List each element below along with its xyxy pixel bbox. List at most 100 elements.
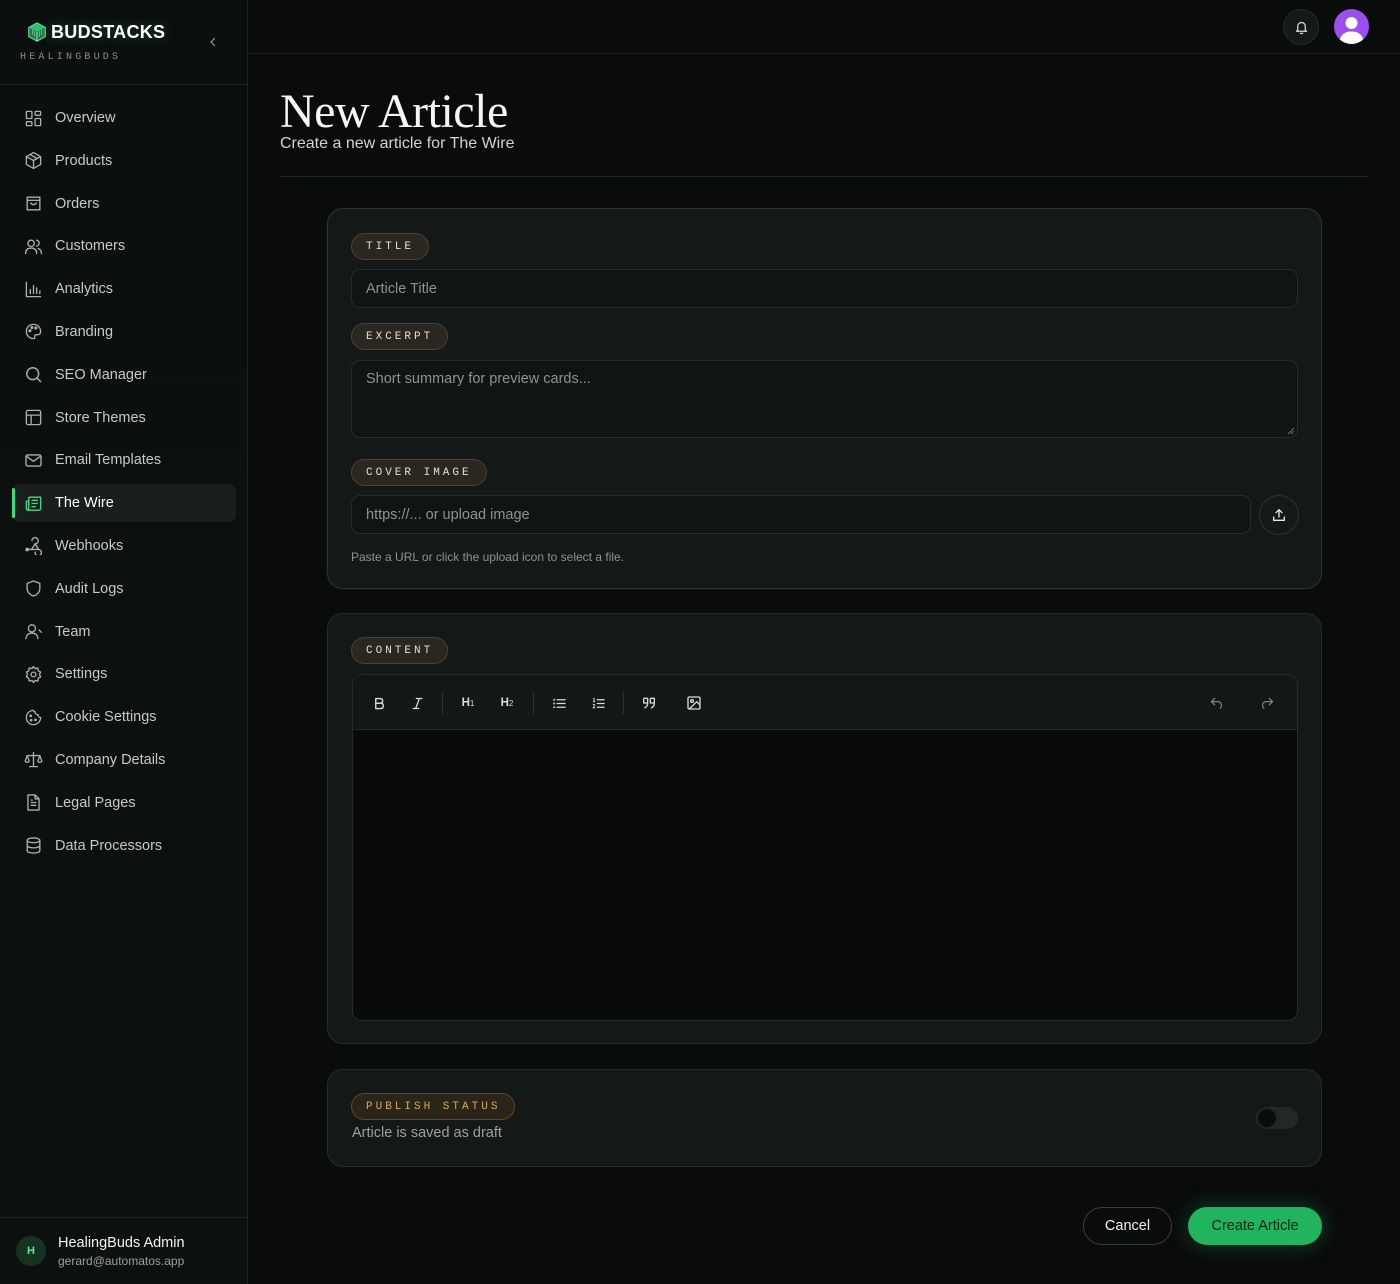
- cube-logo-icon: [28, 22, 46, 42]
- editor-toolbar: H1 H2: [353, 675, 1297, 730]
- toolbar-divider: [533, 691, 534, 714]
- title-input[interactable]: Article Title: [351, 269, 1298, 308]
- notifications-button[interactable]: [1283, 9, 1319, 45]
- sidebar-user[interactable]: H HealingBuds Admin gerard@automatos.app: [0, 1217, 248, 1284]
- user-icon: [25, 624, 43, 640]
- sidebar-item-seo-manager[interactable]: SEO Manager: [12, 356, 236, 394]
- brand-subtitle: HEALINGBUDS: [20, 52, 122, 63]
- sidebar-item-settings[interactable]: Settings: [12, 655, 236, 693]
- cover-image-input[interactable]: https://... or upload image: [351, 495, 1251, 534]
- content-label: CONTENT: [351, 637, 449, 664]
- sidebar-item-branding[interactable]: Branding: [12, 313, 236, 351]
- sidebar-item-overview[interactable]: Overview: [12, 99, 236, 137]
- publish-status-card: PUBLISH STATUS Article is saved as draft: [327, 1069, 1322, 1167]
- toolbar-divider: [442, 691, 443, 714]
- sidebar-item-label: Settings: [55, 666, 108, 683]
- sidebar: BUDSTACKS HEALINGBUDS Overview Products …: [0, 0, 248, 1284]
- user-avatar-icon: [1339, 17, 1364, 44]
- redo-icon: [1261, 697, 1273, 709]
- bullet-list-icon: [552, 698, 566, 708]
- box-icon: [25, 152, 42, 170]
- file-text-icon: [27, 794, 40, 811]
- heading-1-sub: 1: [469, 698, 475, 708]
- gear-icon: [25, 665, 42, 683]
- sidebar-item-label: Team: [55, 623, 91, 640]
- sidebar-item-audit-logs[interactable]: Audit Logs: [12, 570, 236, 608]
- sidebar-item-label: Legal Pages: [55, 794, 136, 811]
- upload-image-button[interactable]: [1259, 495, 1299, 535]
- sidebar-item-webhooks[interactable]: Webhooks: [12, 527, 236, 565]
- excerpt-label: EXCERPT: [351, 323, 449, 350]
- logo[interactable]: BUDSTACKS: [26, 21, 165, 43]
- shopping-bag-icon: [26, 196, 41, 211]
- sidebar-item-label: Cookie Settings: [55, 709, 157, 726]
- sidebar-item-label: Data Processors: [55, 837, 163, 854]
- article-details-card: TITLE Article Title EXCERPT Short summar…: [327, 208, 1322, 589]
- sidebar-item-label: Branding: [55, 323, 114, 340]
- database-icon: [26, 837, 41, 854]
- user-name: HealingBuds Admin: [58, 1235, 185, 1251]
- users-icon: [24, 239, 43, 255]
- blockquote-button[interactable]: [635, 689, 663, 717]
- excerpt-textarea[interactable]: Short summary for preview cards...: [351, 360, 1298, 438]
- content-card: CONTENT H1 H2: [327, 613, 1322, 1044]
- publish-toggle[interactable]: [1256, 1107, 1298, 1129]
- sidebar-item-analytics[interactable]: Analytics: [12, 270, 236, 308]
- chevron-left-icon: [210, 37, 216, 47]
- heading-1-label: H: [461, 697, 470, 709]
- insert-image-button[interactable]: [680, 689, 708, 717]
- sidebar-item-label: Customers: [55, 238, 126, 255]
- italic-button[interactable]: [403, 689, 431, 717]
- sidebar-item-cookie-settings[interactable]: Cookie Settings: [12, 698, 236, 736]
- heading-2-button[interactable]: H2: [493, 689, 521, 717]
- editor-content-area[interactable]: [353, 730, 1297, 1020]
- publish-status-text: Article is saved as draft: [352, 1125, 502, 1141]
- sidebar-item-products[interactable]: Products: [12, 142, 236, 180]
- redo-button[interactable]: [1253, 689, 1281, 717]
- page-subtitle: Create a new article for The Wire: [280, 135, 515, 152]
- sidebar-item-store-themes[interactable]: Store Themes: [12, 399, 236, 437]
- excerpt-placeholder: Short summary for preview cards...: [366, 371, 591, 387]
- brand-area: BUDSTACKS HEALINGBUDS: [0, 0, 247, 85]
- palette-icon: [25, 324, 42, 340]
- cancel-button[interactable]: Cancel: [1083, 1207, 1172, 1245]
- sidebar-item-orders[interactable]: Orders: [12, 185, 236, 223]
- user-email: gerard@automatos.app: [58, 1254, 185, 1268]
- sidebar-item-label: Webhooks: [55, 537, 124, 554]
- create-article-button[interactable]: Create Article: [1188, 1207, 1322, 1245]
- sidebar-item-label: Store Themes: [55, 409, 146, 426]
- cover-image-hint: Paste a URL or click the upload icon to …: [351, 550, 625, 564]
- cover-image-label: COVER IMAGE: [351, 459, 487, 486]
- search-icon: [26, 367, 42, 383]
- layout-icon: [25, 409, 42, 426]
- ordered-list-button[interactable]: [584, 689, 612, 717]
- image-icon: [687, 696, 701, 710]
- sidebar-item-email-templates[interactable]: Email Templates: [12, 441, 236, 479]
- grid-icon: [25, 110, 42, 126]
- divider: [280, 176, 1369, 177]
- sidebar-item-customers[interactable]: Customers: [12, 227, 236, 265]
- sidebar-item-label: Audit Logs: [55, 580, 124, 597]
- sidebar-item-the-wire[interactable]: The Wire: [12, 484, 236, 523]
- resize-handle-icon[interactable]: [1287, 427, 1295, 435]
- heading-2-label: H: [500, 697, 509, 709]
- bold-button[interactable]: [365, 689, 393, 717]
- sidebar-item-team[interactable]: Team: [12, 613, 236, 651]
- sidebar-item-data-processors[interactable]: Data Processors: [12, 827, 236, 865]
- page-title: New Article: [280, 85, 508, 138]
- mail-icon: [25, 454, 42, 467]
- undo-button[interactable]: [1202, 689, 1230, 717]
- italic-icon: [412, 697, 422, 709]
- sidebar-item-company-details[interactable]: Company Details: [12, 741, 236, 779]
- sidebar-nav: Overview Products Orders Customers Analy…: [12, 99, 236, 869]
- newspaper-icon: [25, 496, 42, 511]
- profile-avatar-button[interactable]: [1334, 9, 1369, 44]
- quote-icon: [643, 697, 655, 709]
- shield-icon: [26, 580, 41, 597]
- sidebar-item-legal-pages[interactable]: Legal Pages: [12, 784, 236, 822]
- title-label: TITLE: [351, 233, 430, 260]
- bullet-list-button[interactable]: [545, 689, 573, 717]
- heading-1-button[interactable]: H1: [454, 689, 482, 717]
- collapse-sidebar-button[interactable]: [204, 33, 222, 51]
- sidebar-item-label: SEO Manager: [55, 366, 147, 383]
